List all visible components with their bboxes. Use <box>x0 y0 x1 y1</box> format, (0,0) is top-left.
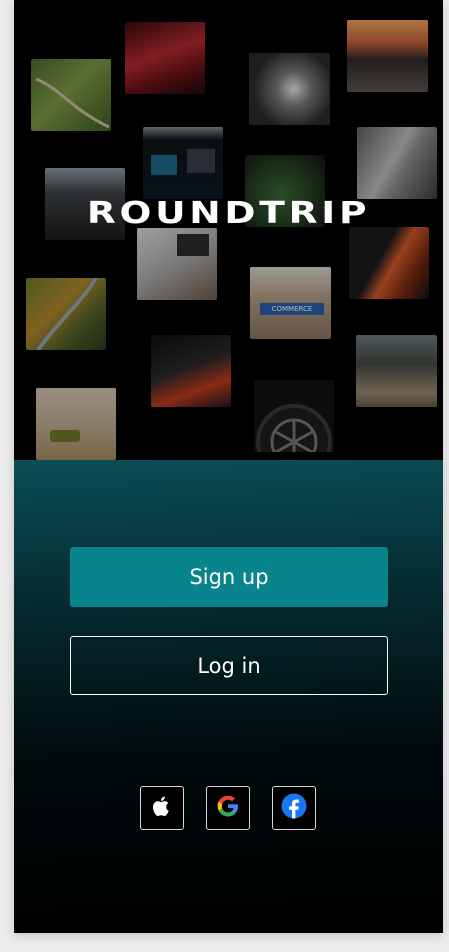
apple-icon <box>151 794 173 822</box>
auth-panel: Sign up Log in <box>14 460 443 933</box>
photo-street-sign: COMMERCE <box>250 267 331 339</box>
photo-aerial-forest-road <box>31 59 111 131</box>
photo-dashboard-screens <box>143 127 223 199</box>
photo-dark-car-red-accent <box>151 335 231 407</box>
log-in-button[interactable]: Log in <box>70 636 388 695</box>
sign-up-button[interactable]: Sign up <box>70 547 388 607</box>
photo-car-seat <box>357 127 437 199</box>
photo-toy-car <box>36 388 116 460</box>
photo-orange-car-detail <box>349 227 429 299</box>
photo-tunnel-driving <box>249 53 330 125</box>
google-icon <box>216 794 240 822</box>
apple-sign-in-button[interactable] <box>140 786 184 830</box>
photo-collage: COMMERCE ROUNDTRIP <box>14 0 443 460</box>
photo-sunset-highway <box>347 20 428 92</box>
photo-laptop-hands <box>137 228 217 300</box>
photo-red-car-hood <box>125 22 205 94</box>
street-sign: COMMERCE <box>260 303 324 315</box>
app-logo: ROUNDTRIP <box>86 196 371 231</box>
facebook-sign-in-button[interactable] <box>272 786 316 830</box>
photo-car-wheel <box>254 380 334 452</box>
photo-desert-road-trees <box>356 335 437 407</box>
app-screen: COMMERCE ROUNDTRIP Sign up Log in <box>14 0 443 933</box>
facebook-icon <box>281 793 307 823</box>
google-sign-in-button[interactable] <box>206 786 250 830</box>
photo-autumn-aerial-road <box>26 278 106 350</box>
